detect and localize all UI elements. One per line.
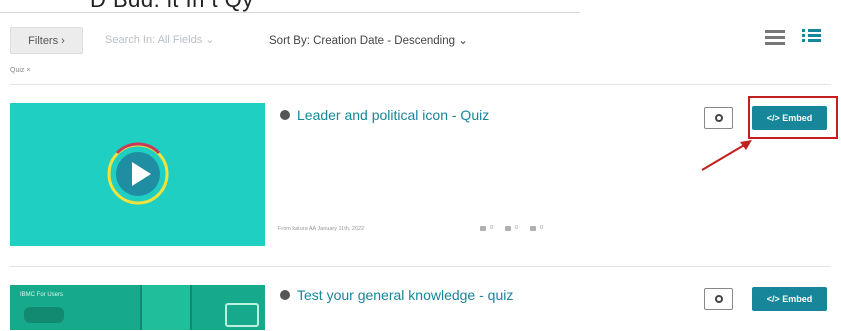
likes-count: 0 [480, 225, 493, 231]
list-item: IBMC For Users Test your general knowled… [10, 285, 831, 331]
comments-count: 0 [530, 225, 543, 231]
play-icon [107, 142, 169, 205]
top-cutoff-strip: D Bdd. lt In t Qy [0, 0, 580, 13]
sort-by-dropdown[interactable]: Sort By: Creation Date - Descending ⌄ [269, 33, 468, 47]
top-cutoff-text: D Bdd. lt In t Qy [90, 0, 254, 12]
sort-by-value: Creation Date - Descending ⌄ [313, 35, 468, 47]
entry-thumbnail[interactable] [10, 103, 265, 246]
thumbnail-caption: IBMC For Users [20, 292, 64, 298]
heart-icon [480, 225, 486, 231]
entry-owner-date: From katura AA January 11th, 2022 [278, 226, 365, 232]
entry-title[interactable]: Test your general knowledge - quiz [280, 287, 513, 303]
thumbnail-graphic [225, 303, 259, 327]
thumbnail-graphic [140, 285, 192, 330]
thumbnail-graphic [24, 307, 64, 323]
plays-count: 0 [505, 225, 518, 231]
gear-icon [714, 114, 723, 122]
filters-button[interactable]: Filters › [10, 27, 83, 54]
gear-icon [714, 295, 723, 303]
play-count-icon [505, 225, 511, 231]
divider [10, 266, 831, 267]
toolbar: Filters › Search In: All Fields ⌄ Sort B… [10, 27, 831, 57]
embed-button[interactable]: </> Embed [752, 287, 827, 311]
entry-title-text: Leader and political icon - Quiz [297, 107, 490, 123]
detailed-view-icon[interactable] [802, 27, 824, 49]
status-dot-icon [280, 290, 290, 300]
search-in-dropdown[interactable]: Search In: All Fields ⌄ [105, 33, 214, 46]
settings-button[interactable] [704, 288, 733, 310]
divider [10, 84, 831, 85]
active-filter-chip[interactable]: Quiz × [10, 67, 30, 74]
embed-button[interactable]: </> Embed [752, 106, 827, 130]
list-item: Leader and political icon - Quiz From ka… [10, 103, 831, 248]
list-view-icon[interactable] [765, 27, 787, 49]
status-dot-icon [280, 110, 290, 120]
sort-by-label: Sort By: [269, 35, 310, 47]
settings-button[interactable] [704, 107, 733, 129]
comment-icon [530, 225, 536, 231]
entry-thumbnail[interactable]: IBMC For Users [10, 285, 265, 330]
entry-title-text: Test your general knowledge - quiz [297, 287, 514, 303]
entry-title[interactable]: Leader and political icon - Quiz [280, 107, 489, 123]
